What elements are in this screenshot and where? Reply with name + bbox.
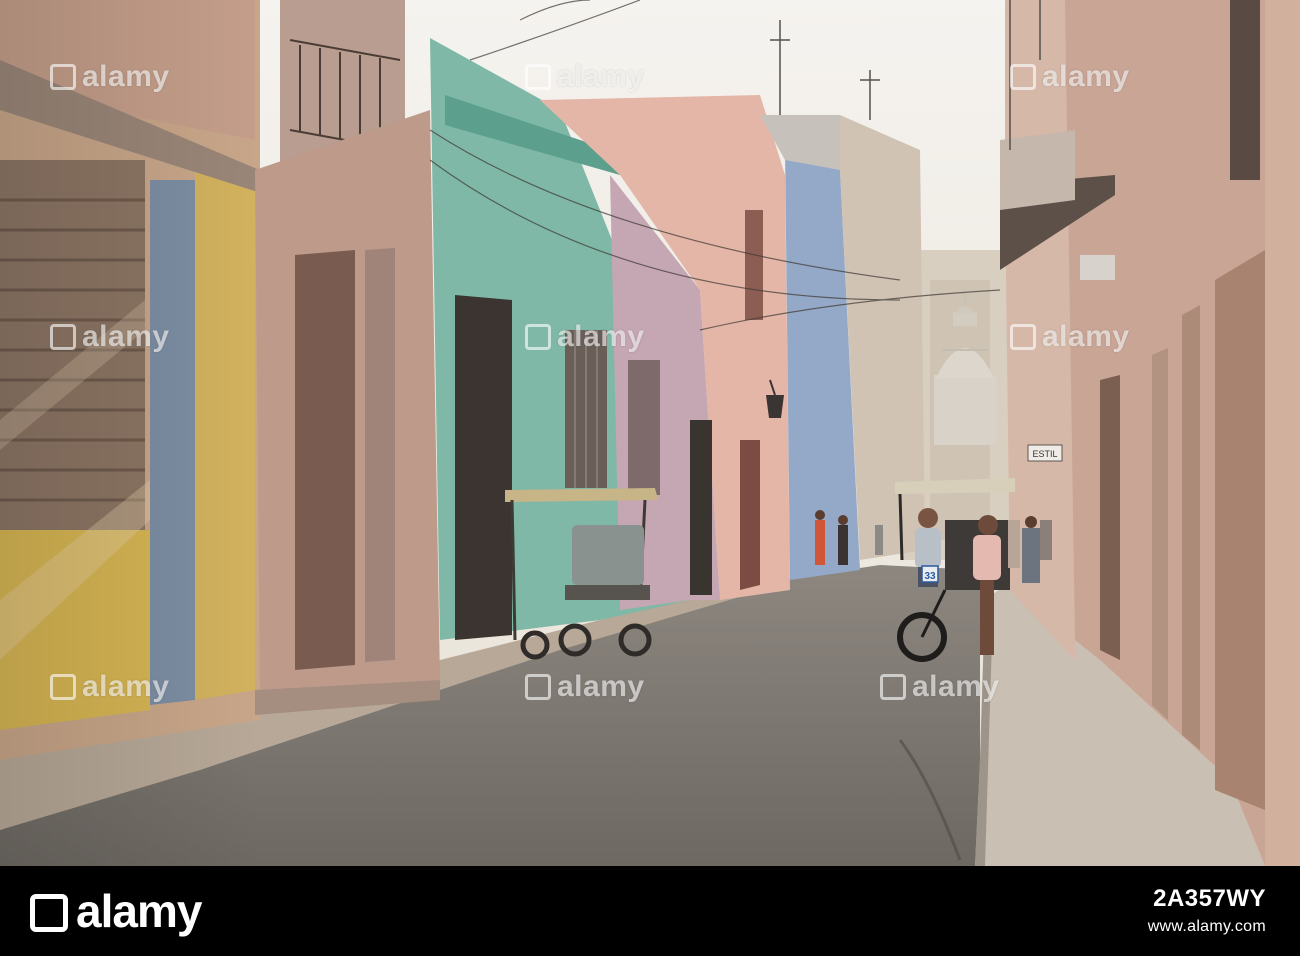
footer-info: 2A357WY www.alamy.com xyxy=(1148,885,1266,936)
svg-text:33: 33 xyxy=(924,571,936,582)
svg-text:ESTIL: ESTIL xyxy=(1032,449,1057,459)
storefront-sign: ESTIL xyxy=(1027,444,1063,462)
alamy-logo: alamy xyxy=(30,884,202,938)
teal-doorway xyxy=(455,295,512,640)
street-illustration: ESTIL 33 xyxy=(0,0,1300,866)
image-id: 2A357WY xyxy=(1153,885,1266,912)
stock-footer-bar: alamy 2A357WY www.alamy.com xyxy=(0,866,1300,956)
street-photo: ESTIL 33 alamy alamy alamy alamy alamy a… xyxy=(0,0,1300,866)
site-url: www.alamy.com xyxy=(1147,918,1266,935)
